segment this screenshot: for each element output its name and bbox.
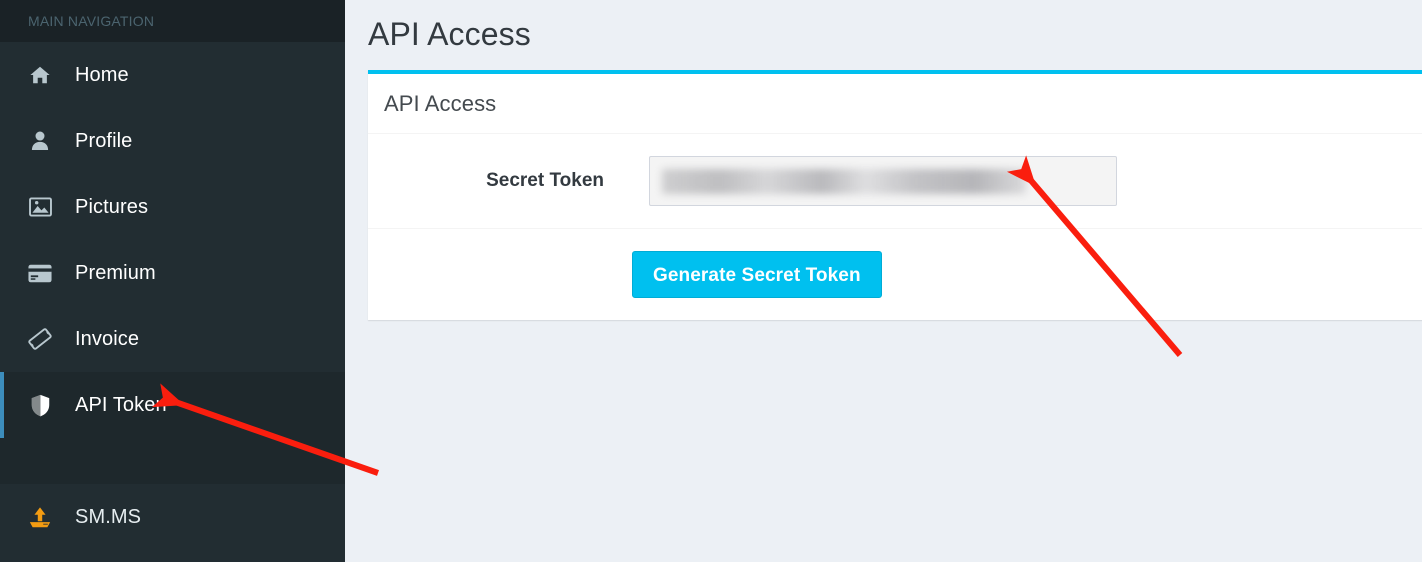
secret-token-label: Secret Token xyxy=(486,170,604,191)
sidebar-item-home[interactable]: Home xyxy=(0,42,345,108)
home-icon xyxy=(28,63,52,87)
sidebar: MAIN NAVIGATION Home Profile Pictures Pr… xyxy=(0,0,345,562)
sidebar-item-premium[interactable]: Premium xyxy=(0,240,345,306)
api-access-card: API Access Secret Token Generate Secret … xyxy=(368,70,1422,320)
sidebar-item-api-token[interactable]: API Token xyxy=(0,372,345,438)
card-body: Secret Token xyxy=(368,134,1422,229)
sidebar-item-label: API Token xyxy=(75,393,167,416)
secret-token-input[interactable] xyxy=(649,156,1117,206)
secret-token-input-wrap xyxy=(620,156,1117,206)
sidebar-item-label: Premium xyxy=(75,261,156,284)
main-content: API Access API Access Secret Token Gener… xyxy=(345,0,1422,562)
upload-icon xyxy=(28,505,52,529)
shield-icon xyxy=(28,393,52,417)
generate-secret-token-button[interactable]: Generate Secret Token xyxy=(632,251,882,298)
sidebar-separator xyxy=(0,438,345,484)
sidebar-brand-menu: SM.MS xyxy=(0,484,345,550)
sidebar-item-label: Profile xyxy=(75,129,133,152)
app-root: MAIN NAVIGATION Home Profile Pictures Pr… xyxy=(0,0,1422,562)
page-title: API Access xyxy=(368,16,531,52)
sidebar-menu: Home Profile Pictures Premium Invoice AP… xyxy=(0,42,345,438)
redacted-token-value xyxy=(662,169,1026,194)
sidebar-item-pictures[interactable]: Pictures xyxy=(0,174,345,240)
sidebar-section-header: MAIN NAVIGATION xyxy=(0,0,345,42)
user-icon xyxy=(28,129,52,153)
sidebar-item-label: SM.MS xyxy=(75,505,142,528)
card-footer: Generate Secret Token xyxy=(368,229,1422,320)
sidebar-item-label: Pictures xyxy=(75,195,149,218)
sidebar-item-smms[interactable]: SM.MS xyxy=(0,484,345,550)
card-header: API Access xyxy=(368,74,1422,134)
image-icon xyxy=(28,195,52,219)
sidebar-item-profile[interactable]: Profile xyxy=(0,108,345,174)
sidebar-item-label: Invoice xyxy=(75,327,140,350)
sidebar-item-invoice[interactable]: Invoice xyxy=(0,306,345,372)
credit-card-icon xyxy=(28,261,52,285)
sidebar-item-label: Home xyxy=(75,63,129,86)
card-title: API Access xyxy=(384,90,497,116)
secret-token-form-row: Secret Token xyxy=(368,156,1422,206)
ticket-icon xyxy=(28,327,52,351)
